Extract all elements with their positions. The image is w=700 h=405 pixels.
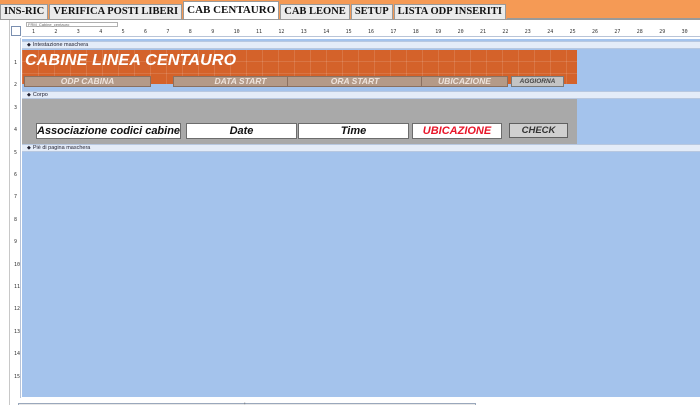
ruler-tick-label: 20 bbox=[457, 29, 464, 35]
section-footer-label: Piè di pagina maschera bbox=[32, 145, 91, 151]
design-canvas[interactable]: ◆ Intestazione maschera CABINE LINEA CENT… bbox=[22, 39, 700, 397]
check-button[interactable]: CHECK bbox=[509, 123, 568, 138]
ruler-tick-label: 11 bbox=[14, 284, 21, 290]
ruler-tick-label: 6 bbox=[14, 172, 18, 178]
section-arrow-icon: ◆ bbox=[27, 42, 31, 48]
ruler-tick-label: 24 bbox=[547, 29, 554, 35]
ruler-tick-label: 2 bbox=[54, 29, 58, 35]
ruler-tick-label: 22 bbox=[502, 29, 509, 35]
tab-cab-leone[interactable]: CAB LEONE bbox=[280, 4, 350, 19]
ruler-tick-label: 28 bbox=[636, 29, 643, 35]
ruler-tick-label: 21 bbox=[480, 29, 487, 35]
ruler-tick-label: 13 bbox=[14, 328, 21, 335]
ruler-tick-label: 15 bbox=[345, 29, 352, 35]
design-view-frame: FRM_Cabine_centauro 1 2 3 4 5 6 7 8 9 10 11 12 13 14 1… bbox=[0, 19, 700, 405]
ruler-tick-label: 4 bbox=[99, 29, 103, 35]
ruler-tick-label: 7 bbox=[166, 29, 170, 35]
tab-cab-centauro[interactable]: CAB CENTAURO bbox=[183, 1, 280, 19]
ruler-tick-label: 13 bbox=[300, 29, 307, 35]
ruler-tick-label: 11 bbox=[256, 29, 263, 35]
ruler-tick-label: 10 bbox=[14, 261, 21, 268]
date-field[interactable]: Date bbox=[186, 123, 297, 139]
tab-setup[interactable]: SETUP bbox=[350, 4, 393, 19]
ruler-tick-label: 2 bbox=[14, 82, 18, 89]
frame-left-edge bbox=[0, 20, 10, 405]
ruler-tick-label: 8 bbox=[188, 29, 192, 35]
ruler-tick-label: 25 bbox=[569, 29, 576, 35]
ruler-tick-label: 3 bbox=[14, 104, 18, 111]
ruler-tick-label: 23 bbox=[524, 29, 531, 35]
form-tab-strip: INS-RIC VERIFICA POSTI LIBERI CAB CENTAU… bbox=[0, 0, 700, 19]
ruler-tick-label: 14 bbox=[323, 29, 330, 35]
section-arrow-icon: ◆ bbox=[27, 145, 31, 151]
ruler-tick-label: 15 bbox=[14, 373, 21, 380]
form-selector[interactable] bbox=[11, 26, 21, 36]
ruler-tick-label: 10 bbox=[233, 29, 240, 35]
tab-lista-odp-inseriti[interactable]: LISTA ODP INSERITI bbox=[393, 4, 506, 19]
section-body-label: Corpo bbox=[32, 92, 48, 98]
ruler-tick-label: 26 bbox=[592, 29, 599, 35]
section-bar-footer[interactable]: ◆ Piè di pagina maschera bbox=[22, 144, 700, 152]
ruler-tick-label: 9 bbox=[211, 29, 215, 35]
section-bar-header[interactable]: ◆ Intestazione maschera bbox=[22, 41, 700, 49]
ruler-tick-label: 8 bbox=[14, 216, 18, 223]
label-ubicazione[interactable]: UBICAZIONE bbox=[421, 76, 508, 87]
aggiorna-button[interactable]: AGGIORNA bbox=[511, 76, 564, 87]
ruler-tick-label: 9 bbox=[14, 239, 18, 246]
vertical-ruler[interactable]: 1 2 3 4 5 6 7 8 9 10 11 12 13 14 15 bbox=[11, 38, 21, 398]
ruler-tick-label: 1 bbox=[32, 29, 36, 35]
ruler-tick-label: 12 bbox=[278, 29, 285, 35]
form-title[interactable]: CABINE LINEA CENTAURO bbox=[25, 52, 236, 70]
ruler-tick-label: 19 bbox=[435, 29, 442, 35]
ruler-tick-label: 1 bbox=[14, 60, 18, 66]
section-arrow-icon: ◆ bbox=[27, 92, 31, 98]
ruler-tick-label: 4 bbox=[14, 127, 18, 134]
form-name-field: FRM_Cabine_centauro bbox=[26, 22, 118, 27]
odp-cabina-field[interactable]: Associazione codici cabine Que bbox=[36, 123, 181, 139]
ruler-tick-label: 27 bbox=[614, 29, 621, 35]
ruler-tick-label: 30 bbox=[681, 29, 688, 35]
ruler-tick-label: 3 bbox=[76, 29, 80, 35]
tab-ins-ric[interactable]: INS-RIC bbox=[0, 4, 49, 19]
ruler-tick-label: 7 bbox=[14, 194, 18, 201]
section-header-label: Intestazione maschera bbox=[32, 42, 89, 48]
ruler-tick-label: 5 bbox=[121, 29, 125, 35]
ruler-tick-label: 18 bbox=[412, 29, 419, 35]
ubicazione-field[interactable]: UBICAZIONE bbox=[412, 123, 502, 139]
ruler-tick-label: 16 bbox=[368, 29, 375, 35]
ruler-tick-label: 17 bbox=[390, 29, 397, 35]
section-bar-body[interactable]: ◆ Corpo bbox=[22, 91, 700, 99]
ruler-tick-label: 6 bbox=[144, 29, 148, 35]
horizontal-ruler[interactable]: 1 2 3 4 5 6 7 8 9 10 11 12 13 14 15 16 17 18 19 20 21 22 23 24 2… bbox=[22, 28, 700, 37]
app-window: INS-RIC VERIFICA POSTI LIBERI CAB CENTAU… bbox=[0, 0, 700, 405]
ruler-tick-label: 12 bbox=[14, 306, 21, 313]
ruler-tick-label: 5 bbox=[14, 149, 18, 156]
time-field[interactable]: Time bbox=[298, 123, 409, 139]
tab-verifica-posti-liberi[interactable]: VERIFICA POSTI LIBERI bbox=[49, 4, 183, 19]
ruler-tick-label: 14 bbox=[14, 351, 21, 358]
label-ora-start[interactable]: ORA START bbox=[287, 76, 423, 87]
ruler-tick-label: 29 bbox=[659, 29, 666, 35]
label-odp-cabina[interactable]: ODP CABINA bbox=[24, 76, 151, 87]
